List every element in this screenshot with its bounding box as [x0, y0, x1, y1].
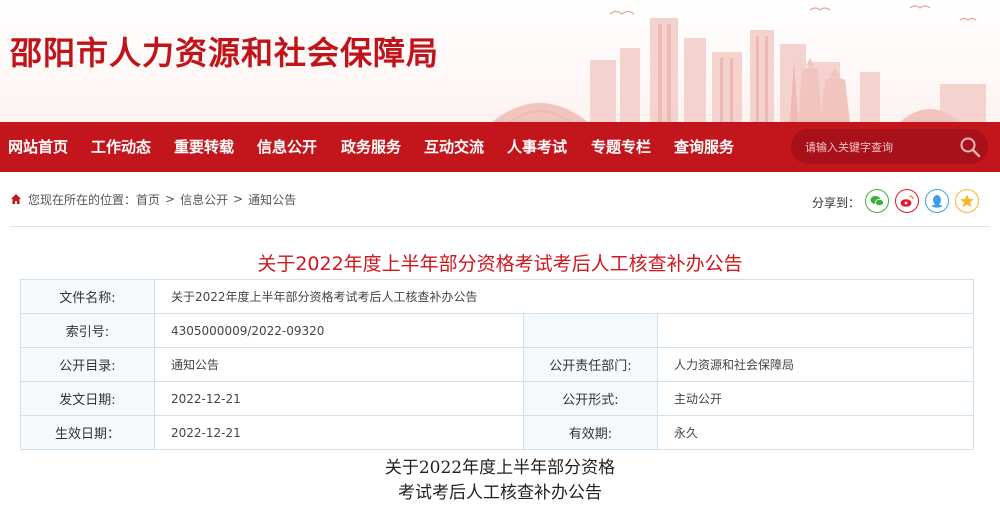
file-name-label: 文件名称: [20, 279, 155, 314]
breadcrumb-prefix: 您现在所在的位置： [28, 192, 137, 207]
index-number-label: 索引号: [20, 313, 155, 348]
issue-date-label: 发文日期: [20, 381, 155, 416]
breadcrumb-divider [10, 226, 990, 227]
breadcrumb-separator: > [233, 192, 244, 206]
file-name-value: 关于2022年度上半年部分资格考试考后人工核查补办公告 [153, 279, 975, 314]
responsible-dept-label: 公开责任部门: [523, 347, 658, 382]
empty-label-cell [523, 313, 658, 348]
share-qzone-button[interactable] [955, 189, 979, 213]
qq-icon [932, 195, 942, 208]
responsible-dept-value: 人力资源和社会保障局 [656, 347, 975, 382]
search-icon[interactable] [959, 136, 981, 158]
effective-date-value: 2022-12-21 [154, 415, 524, 450]
breadcrumb-info-disclosure-link[interactable]: 信息公开 [180, 191, 228, 208]
table-row: 发文日期: 2022-12-21 公开形式: 主动公开 [20, 381, 975, 416]
share-wechat-button[interactable] [865, 189, 889, 213]
site-header: 邵阳市人力资源和社会保障局 [0, 0, 1000, 122]
issue-date-value: 2022-12-21 [154, 381, 524, 416]
share-weibo-button[interactable] [895, 189, 919, 213]
nav-item-info-disclosure[interactable]: 信息公开 [257, 122, 317, 172]
validity-value: 永久 [656, 415, 975, 450]
nav-item-special-topics[interactable]: 专题专栏 [591, 122, 651, 172]
breadcrumb-home-link[interactable]: 首页 [136, 191, 160, 208]
search-box [791, 129, 988, 164]
catalog-value: 通知公告 [154, 347, 524, 382]
breadcrumb-notices-link[interactable]: 通知公告 [248, 191, 296, 208]
nav-item-gov-services[interactable]: 政务服务 [341, 122, 401, 172]
table-row: 文件名称: 关于2022年度上半年部分资格考试考后人工核查补办公告 [20, 279, 975, 314]
document-body-title-line-2: 考试考后人工核查补办公告 [398, 483, 602, 503]
nav-item-query-services[interactable]: 查询服务 [674, 122, 734, 172]
site-title: 邵阳市人力资源和社会保障局 [10, 34, 440, 72]
document-body-title: 关于2022年度上半年部分资格 考试考后人工核查补办公告 [0, 456, 1000, 506]
city-skyline-illustration [492, 5, 986, 122]
nav-item-reprints[interactable]: 重要转载 [174, 122, 234, 172]
breadcrumb: 您现在所在的位置： 首页 > 信息公开 > 通知公告 [10, 190, 296, 208]
nav-item-personnel-exam[interactable]: 人事考试 [507, 122, 567, 172]
disclosure-form-label: 公开形式: [523, 381, 658, 416]
nav-item-interaction[interactable]: 互动交流 [424, 122, 484, 172]
catalog-label: 公开目录: [20, 347, 155, 382]
nav-item-work-news[interactable]: 工作动态 [91, 122, 151, 172]
table-row: 公开目录: 通知公告 公开责任部门: 人力资源和社会保障局 [20, 347, 975, 382]
index-number-value: 4305000009/2022-09320 [154, 313, 524, 348]
page-title: 关于2022年度上半年部分资格考试考后人工核查补办公告 [257, 253, 743, 275]
effective-date-label: 生效日期： [20, 415, 155, 450]
document-info-table: 文件名称: 关于2022年度上半年部分资格考试考后人工核查补办公告 索引号: 4… [20, 279, 975, 450]
disclosure-form-value: 主动公开 [656, 381, 975, 416]
share-qq-button[interactable] [925, 189, 949, 213]
share-label: 分享到： [812, 196, 861, 210]
validity-label: 有效期: [523, 415, 658, 450]
empty-value-cell [656, 313, 975, 348]
wechat-icon [870, 196, 884, 207]
home-icon [11, 194, 21, 204]
nav-item-home[interactable]: 网站首页 [8, 122, 68, 172]
qzone-star-icon [960, 194, 974, 208]
table-row: 生效日期： 2022-12-21 有效期: 永久 [20, 415, 975, 450]
document-body-title-line-1: 关于2022年度上半年部分资格 [384, 458, 616, 478]
search-input[interactable] [805, 137, 955, 157]
breadcrumb-separator: > [165, 192, 176, 206]
table-row: 索引号: 4305000009/2022-09320 [20, 313, 975, 348]
weibo-icon [900, 195, 914, 207]
